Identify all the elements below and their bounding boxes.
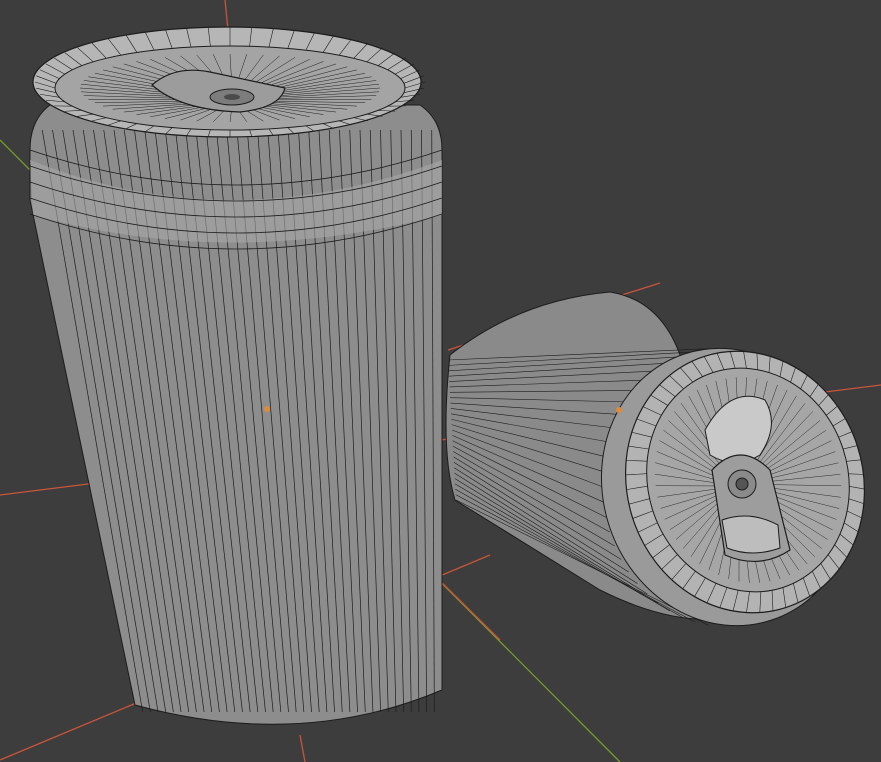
standing-can-origin[interactable]	[264, 406, 270, 412]
local-axis-line-3	[299, 734, 306, 762]
viewport-canvas[interactable]	[0, 0, 881, 762]
standing-can-mesh[interactable]	[29, 26, 443, 725]
lying-can-origin[interactable]	[616, 407, 622, 413]
lying-can-mesh[interactable]	[445, 291, 881, 659]
3d-viewport[interactable]	[0, 0, 881, 762]
